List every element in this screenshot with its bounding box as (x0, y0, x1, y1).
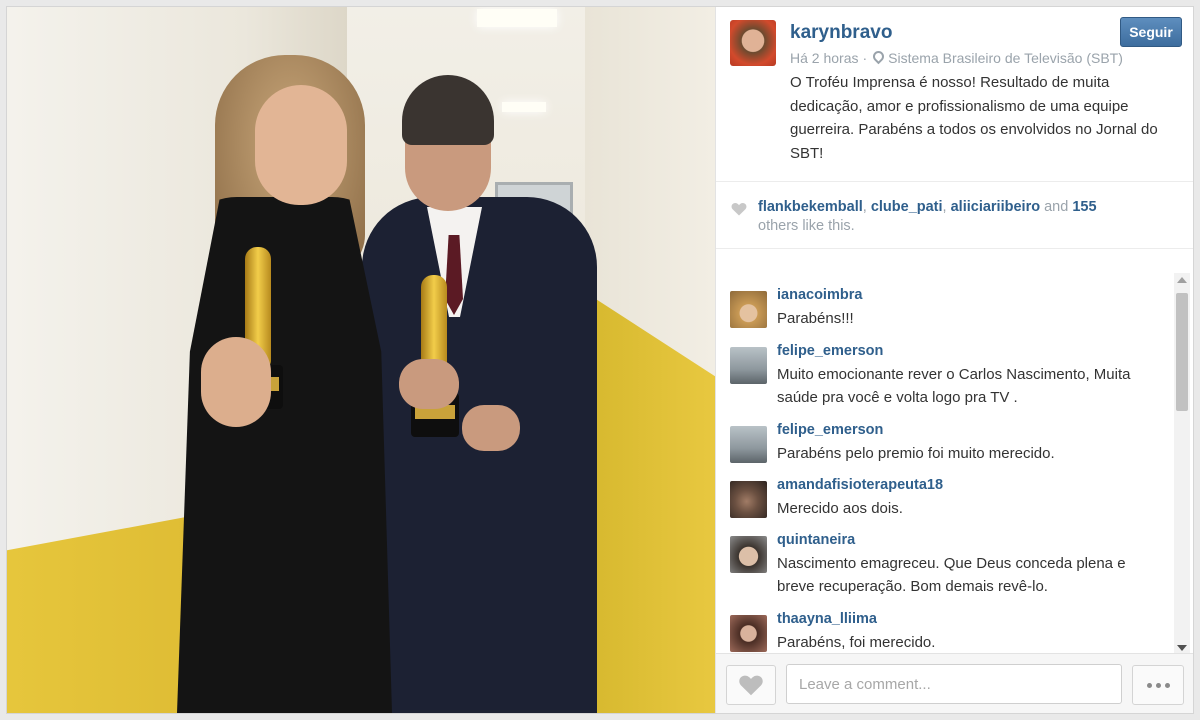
ellipsis-icon (1146, 682, 1152, 688)
photo-man-hand (462, 405, 520, 451)
comment-avatar[interactable] (730, 615, 767, 652)
post-photo[interactable] (7, 7, 715, 713)
liker-link[interactable]: clube_pati (871, 199, 943, 215)
likes-count[interactable]: 155 (1072, 199, 1096, 215)
comment-avatar[interactable] (730, 426, 767, 463)
scroll-up-arrow-icon[interactable] (1177, 277, 1187, 283)
comment-text: Parabéns, foi merecido. (777, 634, 936, 651)
likes-and: and (1044, 199, 1069, 215)
comment-text: Parabéns!!! (777, 310, 854, 327)
comments-list[interactable]: ianacoimbra Parabéns!!! felipe_emerson M… (716, 273, 1193, 653)
comment-avatar[interactable] (730, 291, 767, 328)
ellipsis-dot (1164, 682, 1170, 688)
post-sidebar: karynbravo Seguir Há 2 horas · Sistema Bra… (715, 7, 1193, 713)
comment-text: Muito emocionante rever o Carlos Nascime… (777, 366, 1131, 406)
photo-woman-face (255, 85, 347, 205)
photo-ceiling-light (502, 102, 546, 112)
comment-text: Parabéns pelo premio foi muito merecido. (777, 445, 1055, 462)
owner-avatar[interactable] (730, 20, 776, 66)
scroll-thumb[interactable] (1176, 293, 1188, 411)
like-button[interactable] (726, 665, 776, 705)
comment-text: Nascimento emagreceu. Que Deus conceda p… (777, 555, 1126, 595)
likes-section: flankbekemball, clube_pati, aliiciariibe… (716, 182, 1193, 249)
follow-button[interactable]: Seguir (1120, 17, 1182, 47)
likes-suffix: others like this. (758, 218, 855, 234)
heart-icon (731, 203, 747, 216)
post-modal: karynbravo Seguir Há 2 horas · Sistema Bra… (7, 7, 1193, 713)
comment-username[interactable]: ianacoimbra (777, 287, 862, 303)
comment-text: Merecido aos dois. (777, 500, 903, 517)
comment-username[interactable]: thaayna_lliima (777, 611, 877, 627)
photo-woman-hands (201, 337, 271, 427)
comment-avatar[interactable] (730, 347, 767, 384)
post-caption: O Troféu Imprensa é nosso! Resultado de … (790, 74, 1158, 162)
owner-username[interactable]: karynbravo (790, 22, 892, 44)
comments-scrollbar[interactable] (1174, 273, 1190, 655)
comment-username[interactable]: felipe_emerson (777, 422, 883, 438)
post-location[interactable]: Sistema Brasileiro de Televisão (SBT) (888, 50, 1123, 66)
location-pin-icon (870, 48, 887, 65)
heart-icon (739, 675, 763, 696)
likes-text: flankbekemball, clube_pati, aliiciariibe… (758, 199, 1097, 234)
liker-link[interactable]: aliiciariibeiro (951, 199, 1040, 215)
photo-woman-dress (177, 197, 392, 713)
photo-ceiling-light (477, 9, 557, 27)
comment-avatar[interactable] (730, 536, 767, 573)
comment-avatar[interactable] (730, 481, 767, 518)
more-options-button[interactable] (1132, 665, 1184, 705)
comment-username[interactable]: felipe_emerson (777, 343, 883, 359)
comment-username[interactable]: amandafisioterapeuta18 (777, 477, 943, 493)
photo-man-suit (362, 197, 597, 713)
comment-input[interactable] (786, 664, 1122, 704)
separator-dot: · (862, 50, 868, 66)
photo-man-hand (399, 359, 459, 409)
scroll-down-arrow-icon[interactable] (1177, 645, 1187, 651)
comment-username[interactable]: quintaneira (777, 532, 855, 548)
post-time[interactable]: Há 2 horas (790, 50, 858, 66)
ellipsis-dot (1155, 682, 1161, 688)
liker-link[interactable]: flankbekemball (758, 199, 863, 215)
comment-footer (716, 653, 1193, 713)
post-meta: Há 2 horas · Sistema Brasileiro de Televis… (790, 48, 1123, 66)
post-header: karynbravo Seguir Há 2 horas · Sistema Bra… (716, 7, 1193, 182)
